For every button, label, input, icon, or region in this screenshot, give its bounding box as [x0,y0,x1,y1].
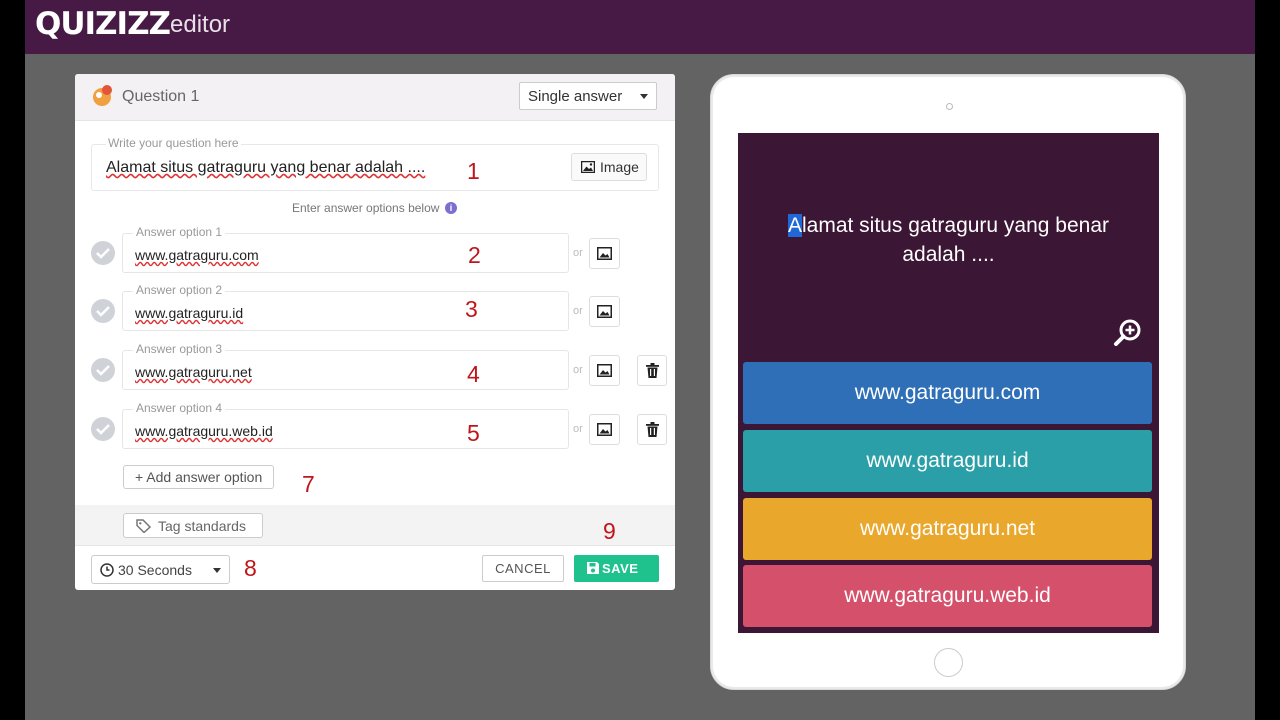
delete-option-button[interactable] [637,355,667,386]
add-answer-option-button[interactable]: + Add answer option [123,465,274,489]
answer-input[interactable]: www.gatraguru.com [122,233,569,273]
info-icon[interactable]: i [445,202,457,214]
answer-input[interactable]: www.gatraguru.id [122,291,569,331]
answer-hint: Enter answer options below [292,201,440,215]
annotation-number: 5 [467,420,480,446]
zoom-in-icon[interactable] [1113,318,1143,348]
add-image-button[interactable]: Image [571,153,647,181]
save-button[interactable]: SAVE [574,555,659,582]
preview-option[interactable]: www.gatraguru.web.id [743,565,1152,627]
preview-screen: Alamat situs gatraguru yang benar adalah… [738,133,1159,633]
question-text[interactable]: Alamat situs gatraguru yang benar adalah… [106,159,425,177]
chevron-down-icon [640,94,648,99]
tag-strip: Tag standards [75,505,675,545]
section-title: editor [170,11,231,38]
correct-check-icon[interactable] [91,299,115,323]
answer-text[interactable]: www.gatraguru.web.id [135,423,273,439]
question-avatar-icon [93,85,112,106]
preview-option[interactable]: www.gatraguru.id [743,430,1152,492]
tag-icon [136,519,151,533]
preview-option[interactable]: www.gatraguru.net [743,498,1152,560]
correct-check-icon[interactable] [91,358,115,382]
answer-type-select[interactable]: Single answer [519,82,657,110]
timer-select[interactable]: 30 Seconds [91,555,230,584]
image-icon [581,161,595,173]
tablet-preview: Alamat situs gatraguru yang benar adalah… [710,74,1186,690]
correct-check-icon[interactable] [91,417,115,441]
answer-image-button[interactable] [589,296,620,327]
answer-row: www.gatraguru.net Answer option 3 or [75,342,675,392]
answer-image-button[interactable] [589,355,620,386]
image-icon [597,305,612,318]
annotation-number: 3 [465,296,478,322]
question-editor: Question 1 Single answer Alamat situs ga… [75,74,675,590]
trash-icon [646,422,659,437]
image-icon [597,364,612,377]
top-bar: QUIZIZZ editor [25,0,1255,54]
preview-question-rest: lamat situs gatraguru yang benar adalah … [802,214,1110,266]
or-text: or [573,305,583,317]
answer-row: www.gatraguru.id Answer option 2 or [75,283,675,333]
app-window: QUIZIZZ editor Question 1 Single answer … [25,0,1255,720]
answer-text[interactable]: www.gatraguru.id [135,305,243,321]
clock-icon [100,563,114,577]
answer-image-button[interactable] [589,238,620,269]
preview-question-first-letter: A [787,214,802,237]
answer-text[interactable]: www.gatraguru.net [135,364,252,380]
answer-label: Answer option 1 [133,225,226,239]
or-text: or [573,364,583,376]
answer-label: Answer option 2 [133,283,226,297]
answer-row: www.gatraguru.com Answer option 1 or [75,225,675,275]
question-label: Write your question here [106,136,241,150]
tag-standards-button[interactable]: Tag standards [123,513,263,538]
camera-dot [946,103,953,110]
or-text: or [573,423,583,435]
answer-row: www.gatraguru.web.id Answer option 4 or [75,401,675,451]
delete-option-button[interactable] [637,414,667,445]
answer-text[interactable]: www.gatraguru.com [135,247,259,263]
home-button [934,648,963,677]
image-icon [597,423,612,436]
answer-input[interactable]: www.gatraguru.web.id [122,409,569,449]
image-icon [597,247,612,260]
or-text: or [573,247,583,259]
image-button-label: Image [600,159,639,175]
save-label: SAVE [602,561,639,576]
timer-value: 30 Seconds [118,562,192,578]
editor-header: Question 1 Single answer [75,74,675,121]
save-icon [587,562,599,574]
question-title: Question 1 [122,88,200,105]
preview-question: Alamat situs gatraguru yang benar adalah… [768,211,1129,269]
answer-input[interactable]: www.gatraguru.net [122,350,569,390]
tag-standards-label: Tag standards [158,518,246,534]
annotation-number: 4 [467,361,480,387]
chevron-down-icon [213,568,221,573]
preview-option[interactable]: www.gatraguru.com [743,362,1152,424]
annotation-number: 2 [468,242,481,268]
annotation-number: 9 [603,518,616,544]
answer-label: Answer option 3 [133,342,226,356]
editor-footer: 30 Seconds CANCEL SAVE [75,545,675,591]
answer-image-button[interactable] [589,414,620,445]
trash-icon [646,363,659,378]
annotation-number: 8 [244,555,257,581]
quizizz-logo[interactable]: QUIZIZZ [35,6,171,42]
question-input[interactable]: Alamat situs gatraguru yang benar adalah… [91,144,659,191]
answer-label: Answer option 4 [133,401,226,415]
cancel-button[interactable]: CANCEL [482,555,564,582]
correct-check-icon[interactable] [91,241,115,265]
annotation-number: 1 [467,158,480,184]
answer-type-value: Single answer [528,88,623,105]
annotation-number: 7 [302,471,315,497]
